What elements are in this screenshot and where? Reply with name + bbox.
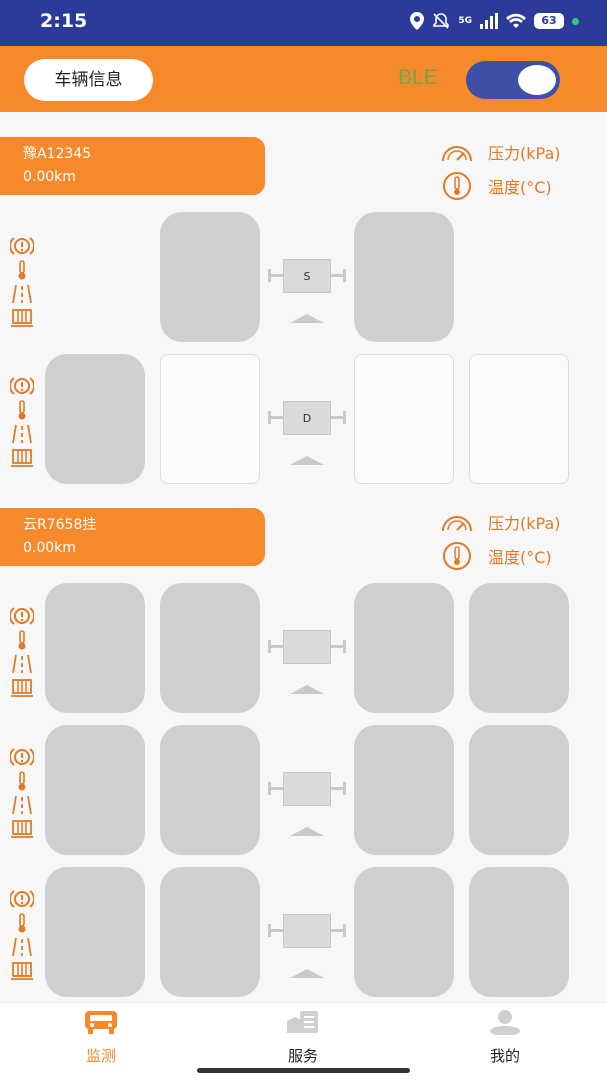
ble-label: BLE [398,66,438,89]
temperature-gauge-icon [443,542,471,570]
tire[interactable] [354,867,454,997]
tire[interactable] [160,867,260,997]
axle-label [283,772,331,806]
tire[interactable] [469,725,569,855]
tire[interactable] [45,354,145,484]
tire-slot-empty[interactable] [354,354,454,484]
status-icons: 5G 63 [410,12,579,30]
privacy-dot [572,17,579,25]
location-icon [410,12,425,30]
thermometer-icon [18,913,26,933]
axle: S [268,259,346,293]
home-indicator[interactable] [197,1068,410,1073]
temperature-gauge-icon [443,172,471,200]
tire-slot-empty[interactable] [160,354,260,484]
pressure-gauge-icon [442,146,472,162]
toggle-knob [518,65,556,95]
temperature-legend-label: 温度(°C) [488,548,552,567]
status-bar: 2:15 5G 63 [0,0,607,46]
thermometer-icon [18,400,26,420]
nav-mine[interactable]: 我的 [460,1009,550,1066]
service-icon [287,1011,318,1033]
axle-label: D [283,401,331,435]
vehicle-mileage: 0.00km [23,169,76,185]
road-icon [12,654,32,674]
road-icon [12,937,32,957]
tire[interactable] [160,212,260,342]
tpms-warning-icon [10,748,34,766]
tire-tread-icon [11,962,33,980]
nav-mine-label: 我的 [489,1047,520,1065]
vehicle-plate: 豫A12345 [23,146,92,162]
nav-monitor-label: 监测 [85,1047,116,1065]
tire[interactable] [354,583,454,713]
tire-tread-icon [11,679,33,697]
tire-tread-icon [11,820,33,838]
nav-monitor[interactable]: 监测 [56,1009,146,1066]
app-header: 车辆信息 BLE [0,46,607,112]
vehicle-info-button[interactable]: 车辆信息 [24,59,153,101]
tire-tread-icon [11,309,33,327]
tire[interactable] [160,725,260,855]
tire-status-icons [10,889,36,985]
axle [268,630,346,664]
road-icon [12,795,32,815]
axle [268,772,346,806]
thermometer-icon [18,260,26,280]
tire[interactable] [160,583,260,713]
legend: 压力(kPa) 温度(°C) [440,135,600,205]
axle-arrow [290,314,324,323]
truck-monitor-icon [85,1011,117,1034]
axle-label: S [283,259,331,293]
tire[interactable] [469,867,569,997]
tire[interactable] [354,212,454,342]
tpms-warning-icon [10,237,34,255]
tpms-warning-icon [10,377,34,395]
tire-status-icons [10,376,36,472]
vehicle-mileage: 0.00km [23,540,76,556]
tpms-warning-icon [10,607,34,625]
vehicle-tag[interactable]: 云R7658挂 0.00km [0,508,265,566]
vehicle-tag[interactable]: 豫A12345 0.00km [0,137,265,195]
tire-status-icons [10,747,36,843]
nav-service-label: 服务 [287,1047,318,1065]
axle-arrow [290,456,324,465]
axle-label [283,914,331,948]
thermometer-icon [18,771,26,791]
tire-status-icons [10,236,36,332]
axle-arrow [290,827,324,836]
legend: 压力(kPa) 温度(°C) [440,505,600,575]
tire[interactable] [354,725,454,855]
axle-arrow [290,685,324,694]
axle-label [283,630,331,664]
tire[interactable] [45,867,145,997]
thermometer-icon [18,630,26,650]
mute-icon [433,13,450,29]
tire-tread-icon [11,449,33,467]
nav-service[interactable]: 服务 [258,1009,348,1066]
ble-toggle[interactable] [466,61,560,99]
tire-status-icons [10,606,36,702]
signal-icon [480,13,498,29]
network-label: 5G [458,16,472,26]
clock: 2:15 [40,10,88,32]
vehicle-plate: 云R7658挂 [23,517,97,533]
axle: D [268,401,346,435]
pressure-legend-label: 压力(kPa) [488,144,561,163]
axle [268,914,346,948]
tire[interactable] [45,583,145,713]
tpms-warning-icon [10,890,34,908]
road-icon [12,424,32,444]
axle-arrow [290,969,324,978]
tire[interactable] [469,583,569,713]
battery-indicator: 63 [534,13,564,29]
tire-slot-empty[interactable] [469,354,569,484]
pressure-legend-label: 压力(kPa) [488,514,561,533]
pressure-gauge-icon [442,516,472,532]
road-icon [12,284,32,304]
tire[interactable] [45,725,145,855]
profile-icon [490,1010,520,1036]
temperature-legend-label: 温度(°C) [488,178,552,197]
wifi-icon [506,13,526,28]
